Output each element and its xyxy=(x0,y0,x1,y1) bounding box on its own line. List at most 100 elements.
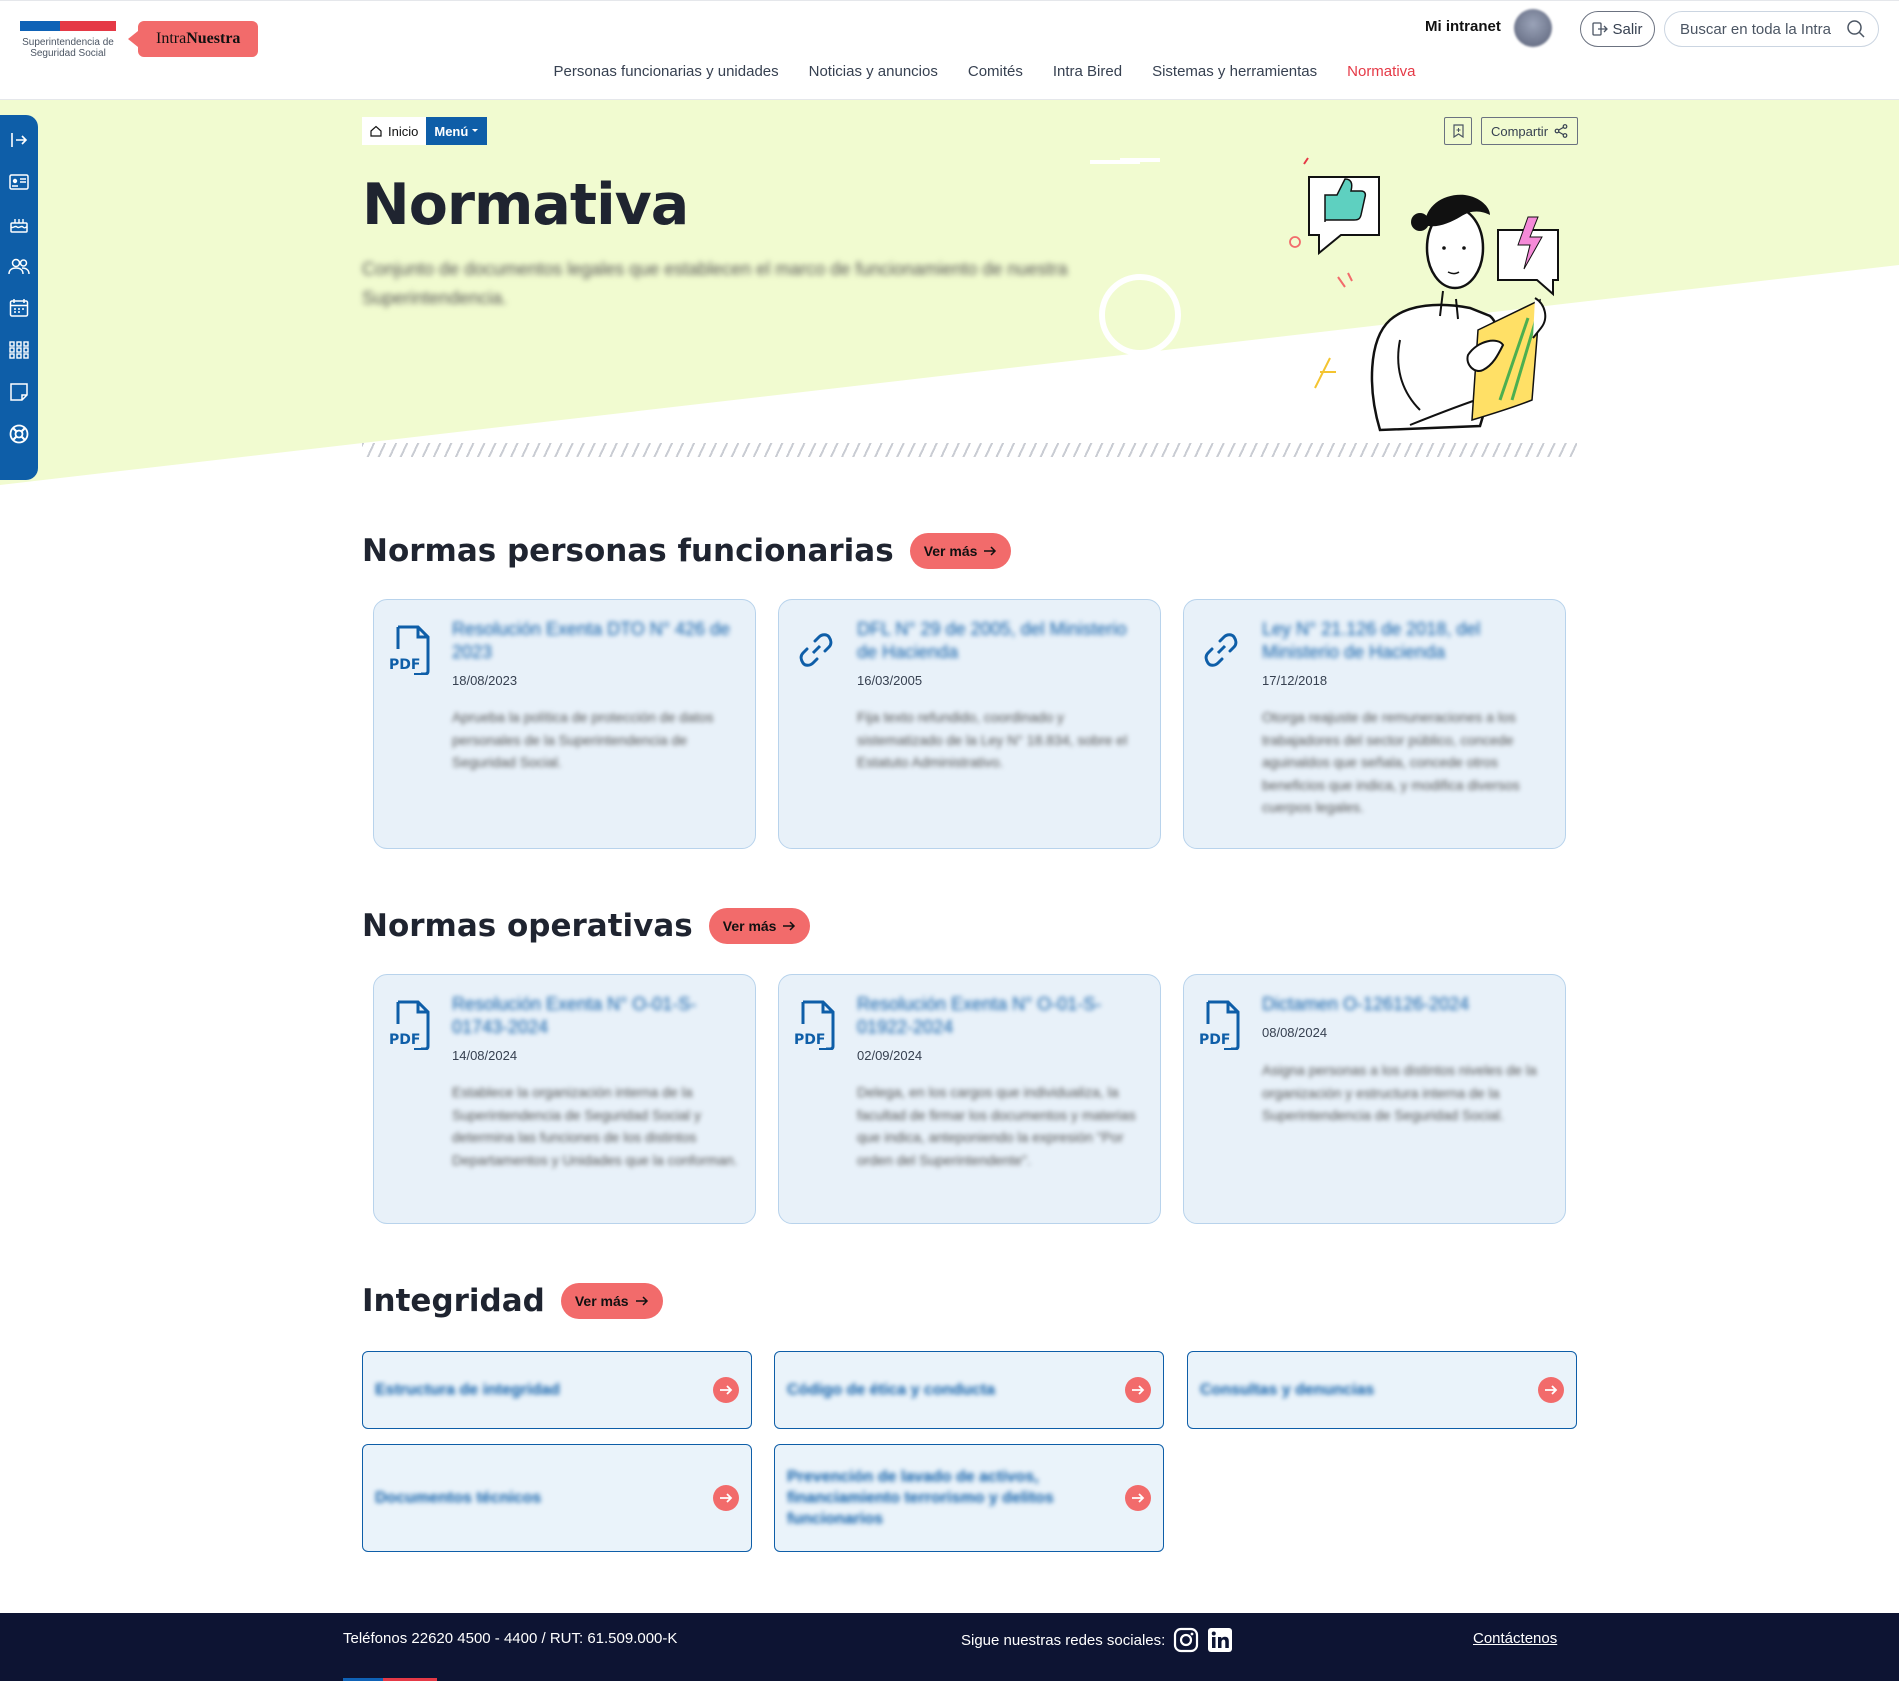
help-lifebuoy-icon[interactable] xyxy=(8,423,30,445)
card-description: Fija texto refundido, coordinado y siste… xyxy=(857,709,1128,770)
nav-sistemas[interactable]: Sistemas y herramientas xyxy=(1152,63,1317,80)
arrow-right-circle-icon xyxy=(1125,1485,1151,1511)
logout-button[interactable]: Salir xyxy=(1580,11,1655,47)
contact-link[interactable]: Contáctenos xyxy=(1473,1630,1557,1647)
flag-stripe xyxy=(20,21,116,31)
linkedin-icon[interactable] xyxy=(1207,1627,1233,1653)
card-date: 14/08/2024 xyxy=(452,1048,518,1063)
document-card[interactable]: PDF Dictamen O-126126-2024 08/08/2024 As… xyxy=(1183,974,1566,1224)
nav-noticias[interactable]: Noticias y anuncios xyxy=(809,63,938,80)
breadcrumb-home[interactable]: Inicio xyxy=(362,117,427,145)
link-icon xyxy=(1196,625,1246,675)
nav-personas[interactable]: Personas funcionarias y unidades xyxy=(553,63,778,80)
menu-label: Menú xyxy=(434,123,469,139)
nav-intra-bired[interactable]: Intra Bired xyxy=(1053,63,1122,80)
card-date: 16/03/2005 xyxy=(857,673,923,688)
integridad-link-label: Estructura de integridad xyxy=(375,1381,560,1399)
card-date: 18/08/2023 xyxy=(452,673,518,688)
integridad-link[interactable]: Consultas y denuncias xyxy=(1187,1351,1577,1429)
card-description: Asigna personas a los distintos niveles … xyxy=(1262,1062,1537,1123)
search-input[interactable] xyxy=(1680,20,1846,38)
integridad-link-label: Consultas y denuncias xyxy=(1200,1381,1375,1399)
cake-icon[interactable] xyxy=(8,213,30,235)
card-title[interactable]: Resolución Exenta DTO N° 426 de 2023 xyxy=(452,618,742,664)
expand-icon[interactable] xyxy=(8,129,30,151)
breadcrumb: Inicio Menú xyxy=(362,117,488,145)
arrow-right-circle-icon xyxy=(713,1377,739,1403)
card-description: Establece la organización interna de la … xyxy=(452,1084,738,1168)
hatch-divider xyxy=(362,443,1577,457)
logout-label: Salir xyxy=(1612,20,1643,38)
section-title: Normas operativas xyxy=(362,908,693,944)
calendar-icon[interactable] xyxy=(8,297,30,319)
footer-social: Sigue nuestras redes sociales: xyxy=(961,1627,1233,1653)
id-card-icon[interactable] xyxy=(8,171,30,193)
nav-comites[interactable]: Comités xyxy=(968,63,1023,80)
ver-mas-label: Ver más xyxy=(722,918,777,934)
search-box[interactable] xyxy=(1664,11,1879,47)
search-icon[interactable] xyxy=(1846,19,1866,39)
instagram-icon[interactable] xyxy=(1173,1627,1199,1653)
card-description: Otorga reajuste de remuneraciones a los … xyxy=(1262,709,1520,815)
document-card[interactable]: DFL N° 29 de 2005, del Ministerio de Hac… xyxy=(778,599,1161,849)
footer-contact-info: Teléfonos 22620 4500 - 4400 / RUT: 61.50… xyxy=(343,1630,678,1647)
apps-grid-icon[interactable] xyxy=(8,339,30,361)
integridad-link[interactable]: Documentos técnicos xyxy=(362,1444,752,1552)
card-title[interactable]: Ley N° 21.126 de 2018, del Ministerio de… xyxy=(1262,618,1552,664)
integridad-link[interactable]: Código de ética y conducta xyxy=(774,1351,1164,1429)
org-name: Superintendencia de Seguridad Social xyxy=(22,37,114,59)
intranuestra-badge[interactable]: IntraNuestra xyxy=(127,21,259,57)
pdf-label: PDF xyxy=(388,1032,422,1048)
home-icon xyxy=(370,125,382,137)
ver-mas-button[interactable]: Ver más xyxy=(909,533,1012,569)
pdf-icon: PDF xyxy=(791,1000,841,1050)
document-card[interactable]: PDF Resolución Exenta N° O-01-S-01743-20… xyxy=(373,974,756,1224)
brand-prefix: Intra xyxy=(156,30,187,47)
section-operativas-header: Normas operativas Ver más xyxy=(362,908,811,944)
org-logo[interactable]: Superintendencia de Seguridad Social xyxy=(20,21,116,59)
document-card[interactable]: Ley N° 21.126 de 2018, del Ministerio de… xyxy=(1183,599,1566,849)
card-title[interactable]: Resolución Exenta N° O-01-S-01922-2024 xyxy=(857,993,1147,1039)
notes-icon[interactable] xyxy=(8,381,30,403)
ver-mas-label: Ver más xyxy=(574,1293,629,1309)
brand-suffix: Nuestra xyxy=(186,30,241,47)
arrow-right-icon xyxy=(783,921,796,931)
pdf-label: PDF xyxy=(388,657,422,673)
card-title[interactable]: DFL N° 29 de 2005, del Ministerio de Hac… xyxy=(857,618,1147,664)
integridad-link[interactable]: Prevención de lavado de activos, financi… xyxy=(774,1444,1164,1552)
nav-normativa[interactable]: Normativa xyxy=(1347,63,1415,80)
section-title: Integridad xyxy=(362,1283,545,1319)
quick-access-sidebar xyxy=(0,115,38,480)
section-title: Normas personas funcionarias xyxy=(362,533,894,569)
pdf-icon: PDF xyxy=(386,1000,436,1050)
document-card[interactable]: PDF Resolución Exenta DTO N° 426 de 2023… xyxy=(373,599,756,849)
section-integridad-header: Integridad Ver más xyxy=(362,1283,663,1319)
top-header: Superintendencia de Seguridad Social Int… xyxy=(0,0,1899,100)
card-date: 17/12/2018 xyxy=(1262,673,1328,688)
pdf-label: PDF xyxy=(1198,1032,1232,1048)
people-icon[interactable] xyxy=(8,255,30,277)
ver-mas-button[interactable]: Ver más xyxy=(708,908,811,944)
pdf-icon: PDF xyxy=(386,625,436,675)
social-label: Sigue nuestras redes sociales: xyxy=(961,1631,1166,1649)
arrow-right-circle-icon xyxy=(1125,1377,1151,1403)
mi-intranet-link[interactable]: Mi intranet xyxy=(1425,18,1501,35)
card-date: 02/09/2024 xyxy=(857,1048,923,1063)
breadcrumb-menu-dropdown[interactable]: Menú xyxy=(426,117,488,145)
integridad-link[interactable]: Estructura de integridad xyxy=(362,1351,752,1429)
card-description: Delega, en los cargos que individualiza,… xyxy=(857,1084,1136,1168)
card-title[interactable]: Dictamen O-126126-2024 xyxy=(1262,993,1552,1016)
arrow-right-icon xyxy=(984,546,997,556)
arrow-right-circle-icon xyxy=(713,1485,739,1511)
card-date: 08/08/2024 xyxy=(1262,1025,1328,1040)
card-title[interactable]: Resolución Exenta N° O-01-S-01743-2024 xyxy=(452,993,742,1039)
integridad-link-label: Código de ética y conducta xyxy=(787,1381,996,1399)
arrow-right-icon xyxy=(635,1296,648,1306)
main-navigation: Personas funcionarias y unidades Noticia… xyxy=(0,63,1899,80)
page-description: Conjunto de documentos legales que estab… xyxy=(362,259,1068,308)
ver-mas-label: Ver más xyxy=(923,543,978,559)
user-avatar[interactable] xyxy=(1514,9,1552,47)
pdf-label: PDF xyxy=(793,1032,827,1048)
ver-mas-button[interactable]: Ver más xyxy=(560,1283,663,1319)
document-card[interactable]: PDF Resolución Exenta N° O-01-S-01922-20… xyxy=(778,974,1161,1224)
